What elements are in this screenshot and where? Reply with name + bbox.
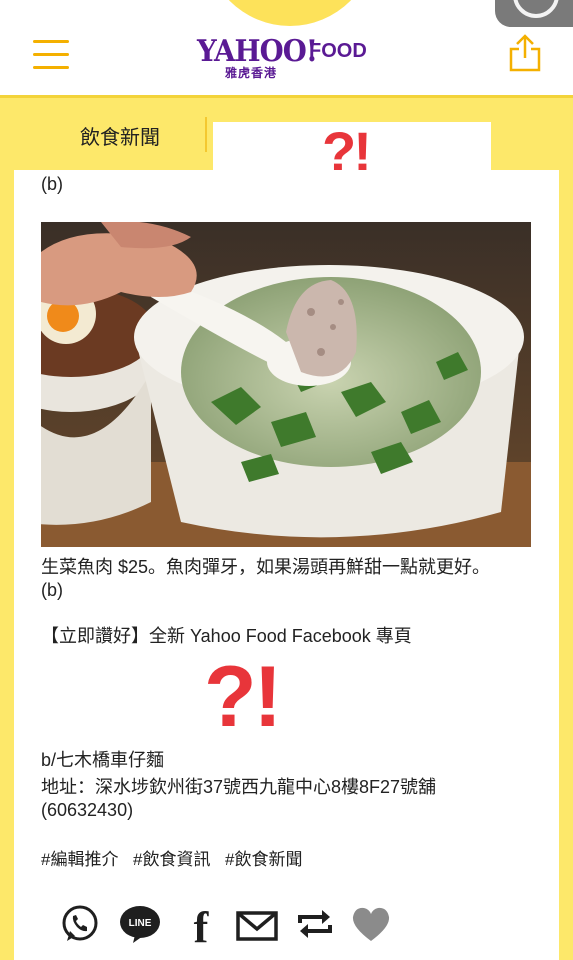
- tag-food-info[interactable]: #飲食資訊: [133, 845, 210, 870]
- heart-icon[interactable]: [350, 903, 392, 945]
- tag-editor-pick[interactable]: #編輯推介: [41, 845, 118, 870]
- shop-phone: (60632430): [41, 800, 134, 820]
- yahoo-food-logo[interactable]: YAHOO! FOOD 雅虎香港: [197, 34, 387, 82]
- repost-icon[interactable]: [294, 903, 336, 945]
- facebook-icon-label: f: [194, 903, 210, 945]
- share-upload-icon[interactable]: [509, 34, 541, 72]
- tab-food-news-label: 飲食新聞: [80, 127, 160, 149]
- photo-caption-credit: (b): [41, 580, 63, 600]
- shop-address: 地址：深水埗欽州街37號西九龍中心8樓8F27號舖: [41, 777, 437, 797]
- logo-region: 雅虎香港: [225, 66, 278, 80]
- decorative-sun: [205, 0, 375, 26]
- shop-name: b/七木橋車仔麵: [41, 750, 165, 770]
- line-icon-label: LINE: [129, 918, 152, 929]
- camera-button[interactable]: [495, 0, 573, 27]
- logo-sub: FOOD: [309, 40, 367, 62]
- interrobang-badge: ?!: [204, 649, 282, 745]
- email-icon[interactable]: [236, 903, 278, 945]
- tab-divider: [205, 117, 207, 152]
- photo-caption: 生菜魚肉 $25。魚肉彈牙，如果湯頭再鮮甜一點就更好。: [41, 557, 491, 577]
- app-header: YAHOO! FOOD 雅虎香港: [0, 0, 573, 98]
- tag-food-news[interactable]: #飲食新聞: [225, 845, 302, 870]
- article-photo: [41, 222, 531, 547]
- caption-top: (b): [41, 174, 63, 194]
- tab-food-news[interactable]: 飲食新聞: [0, 101, 205, 163]
- facebook-icon[interactable]: f: [180, 903, 222, 945]
- facebook-promo-link[interactable]: 【立即讚好】全新 Yahoo Food Facebook 專頁: [41, 622, 412, 648]
- line-icon[interactable]: LINE: [119, 903, 161, 945]
- hamburger-menu-icon[interactable]: [33, 40, 69, 70]
- whatsapp-icon[interactable]: [59, 903, 101, 945]
